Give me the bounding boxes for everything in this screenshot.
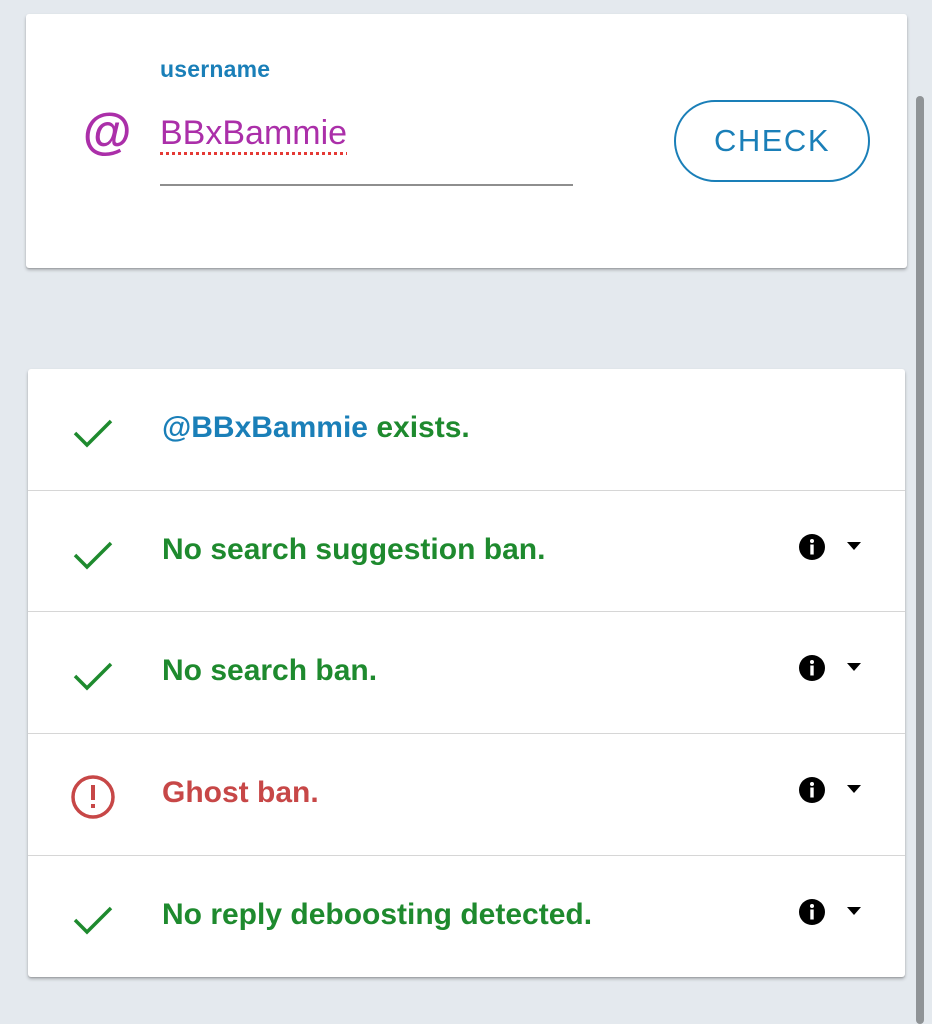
chevron-down-icon[interactable] [846,784,862,794]
check-icon [73,662,113,691]
check-icon [73,419,113,448]
result-row-search-suggestion-ban: No search suggestion ban. [28,490,905,611]
username-search-card: username @ BBxBammie CHECK [26,14,907,268]
result-text: No search suggestion ban. [162,533,546,566]
result-text-exists: @BBxBammie exists. [162,407,470,449]
result-text: No reply deboosting detected. [162,898,593,931]
chevron-down-icon[interactable] [846,541,862,551]
username-input[interactable]: BBxBammie [160,112,573,186]
at-sign-icon: @ [82,104,131,160]
check-button[interactable]: CHECK [674,100,870,182]
result-row-reply-deboosting: No reply deboosting detected. [28,855,905,976]
result-row-search-ban: No search ban. [28,611,905,732]
info-icon[interactable] [798,654,826,682]
chevron-down-icon[interactable] [846,906,862,916]
info-icon[interactable] [798,776,826,804]
result-row-ghost-ban: Ghost ban. [28,733,905,854]
chevron-down-icon[interactable] [846,662,862,672]
info-icon[interactable] [798,533,826,561]
check-icon [73,541,113,570]
username-mention[interactable]: @BBxBammie [162,411,368,444]
username-field-label: username [160,56,271,82]
exists-suffix: exists. [368,411,470,444]
result-row-exists: @BBxBammie exists. [28,369,905,490]
check-icon [73,906,113,935]
result-text: Ghost ban. [162,776,319,809]
results-card: @BBxBammie exists. No search suggestion … [28,369,905,977]
alert-circle-icon [71,775,115,819]
result-text: No search ban. [162,654,378,687]
info-icon[interactable] [798,898,826,926]
vertical-scrollbar[interactable] [916,96,924,1024]
username-input-value[interactable]: BBxBammie [160,112,347,154]
